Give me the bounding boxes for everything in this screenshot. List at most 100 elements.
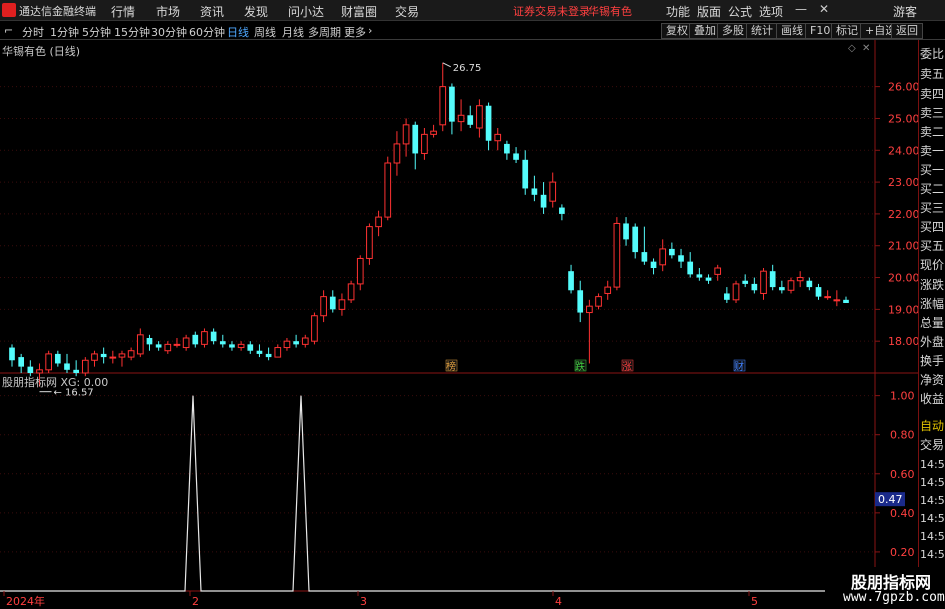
candle-body-down <box>687 261 694 275</box>
side-change[interactable]: 涨跌 <box>920 276 945 293</box>
price-tick-label: 18.00 <box>888 335 918 348</box>
side-sell4[interactable]: 卖四 <box>920 85 945 102</box>
menu-formula[interactable]: 公式 <box>728 3 752 20</box>
candle-body-up <box>356 257 364 285</box>
candle-body-up <box>274 347 282 358</box>
period-multi[interactable]: 多周期 <box>308 24 341 40</box>
candle-body-up <box>613 222 621 288</box>
period-monthly[interactable]: 月线 <box>282 24 304 40</box>
chart-area[interactable]: 26.00 25.00 24.00 23.00 22.00 21.00 20.00 19.00… <box>0 40 945 609</box>
side-buy2[interactable]: 买二 <box>920 180 945 197</box>
kline-chart-svg[interactable]: 26.0025.0024.0023.0022.0021.0020.0019.00… <box>0 40 918 609</box>
side-auto[interactable]: 自动 <box>920 417 945 434</box>
candle-body-down <box>742 280 749 284</box>
period-intraday[interactable]: 分时 <box>22 24 44 40</box>
menu-wealth[interactable]: 财富圈 <box>341 3 377 20</box>
candle-body-up <box>494 133 502 142</box>
candle-body-down <box>769 271 776 288</box>
stock-title: 华锡有色 <box>588 5 632 18</box>
menu-market[interactable]: 市场 <box>156 3 180 20</box>
candle-body-up <box>164 343 172 352</box>
side-volume[interactable]: 总量 <box>920 314 945 331</box>
side-turnover[interactable]: 换手 <box>920 352 945 369</box>
chart-caption: 华锡有色 (日线) <box>2 45 81 58</box>
candle-body-up <box>182 337 190 349</box>
period-30min[interactable]: 30分钟 <box>151 24 187 40</box>
side-outer[interactable]: 外盘 <box>920 333 945 350</box>
mark-button[interactable]: 标记 <box>831 23 863 39</box>
draw-line-button[interactable]: 画线 <box>776 23 808 39</box>
candle-body-up <box>393 143 401 164</box>
side-sell3[interactable]: 卖三 <box>920 104 945 121</box>
login-status[interactable]: 证券交易未登录 <box>513 3 590 19</box>
side-income[interactable]: 收益 <box>920 390 945 407</box>
close-icon[interactable]: ✕ <box>819 2 829 16</box>
candle-body-up <box>45 353 53 371</box>
period-5min[interactable]: 5分钟 <box>82 24 111 40</box>
indicator-tick-label: 0.40 <box>890 507 915 520</box>
candle-body-up <box>833 299 841 302</box>
candle-body-down <box>513 153 519 160</box>
side-pct[interactable]: 涨幅 <box>920 295 945 312</box>
candle-body-down <box>724 293 730 300</box>
period-weekly[interactable]: 周线 <box>254 24 276 40</box>
side-sell2[interactable]: 卖二 <box>920 123 945 140</box>
candle-body-up <box>787 280 795 291</box>
side-buy5[interactable]: 买五 <box>920 237 945 254</box>
minimize-icon[interactable]: — <box>795 2 807 16</box>
side-time-1: 14:56 <box>920 458 945 471</box>
menu-ask[interactable]: 问小达 <box>288 3 324 20</box>
menu-news[interactable]: 资讯 <box>200 3 224 20</box>
stats-button[interactable]: 统计 <box>746 23 778 39</box>
chevron-right-icon[interactable]: › <box>368 24 372 37</box>
side-sell5[interactable]: 卖五 <box>920 65 945 82</box>
candle-body-down <box>669 248 675 256</box>
period-more[interactable]: 更多 <box>344 24 366 40</box>
event-marker-3: 财 <box>734 360 744 373</box>
side-price[interactable]: 现价 <box>920 256 945 273</box>
menu-options[interactable]: 选项 <box>759 3 783 20</box>
indicator-tick-label: 0.80 <box>890 429 915 442</box>
multi-stock-button[interactable]: 多股 <box>717 23 749 39</box>
candle-body-down <box>449 86 455 122</box>
price-tick-label: 24.00 <box>888 144 918 157</box>
guest-label[interactable]: 游客 <box>893 3 917 20</box>
side-buy1[interactable]: 买一 <box>920 161 945 178</box>
candle-body-up <box>604 286 612 294</box>
date-label: 5 <box>751 595 758 608</box>
side-weibi[interactable]: 委比 <box>920 45 945 62</box>
candle-body-up <box>173 343 181 346</box>
date-label: 2024年 <box>6 594 45 608</box>
candle-body-up <box>714 267 722 275</box>
candle-body-down <box>265 353 272 358</box>
candle-body-down <box>155 344 162 348</box>
price-tick-label: 21.00 <box>888 240 918 253</box>
period-60min[interactable]: 60分钟 <box>189 24 225 40</box>
period-daily[interactable]: 日线 <box>227 24 249 40</box>
candle-body-down <box>467 115 474 125</box>
candle-body-up <box>127 350 135 358</box>
side-buy4[interactable]: 买四 <box>920 218 945 235</box>
price-tick-label: 20.00 <box>888 272 918 285</box>
side-trades[interactable]: 交易 <box>920 436 945 453</box>
side-sell1[interactable]: 卖一 <box>920 142 945 159</box>
candle-body-down <box>641 252 648 262</box>
candle-body-up <box>430 130 437 135</box>
menu-function[interactable]: 功能 <box>666 3 690 20</box>
menu-discover[interactable]: 发现 <box>244 3 268 20</box>
menu-layout[interactable]: 版面 <box>697 3 721 20</box>
candle-body-up <box>283 340 291 349</box>
candle-body-down <box>18 357 25 367</box>
period-1min[interactable]: 1分钟 <box>50 24 79 40</box>
candle-body-up <box>136 334 144 355</box>
back-button[interactable]: 返回 <box>891 23 923 39</box>
candle-body-up <box>301 337 309 345</box>
candle-body-up <box>347 283 355 301</box>
candle-body-down <box>623 223 629 240</box>
period-tick: ⌐ <box>4 24 14 37</box>
menu-trade[interactable]: 交易 <box>395 3 419 20</box>
side-buy3[interactable]: 买三 <box>920 199 945 216</box>
period-15min[interactable]: 15分钟 <box>114 24 150 40</box>
menu-quotes[interactable]: 行情 <box>111 3 135 20</box>
side-netasset[interactable]: 净资 <box>920 371 945 388</box>
